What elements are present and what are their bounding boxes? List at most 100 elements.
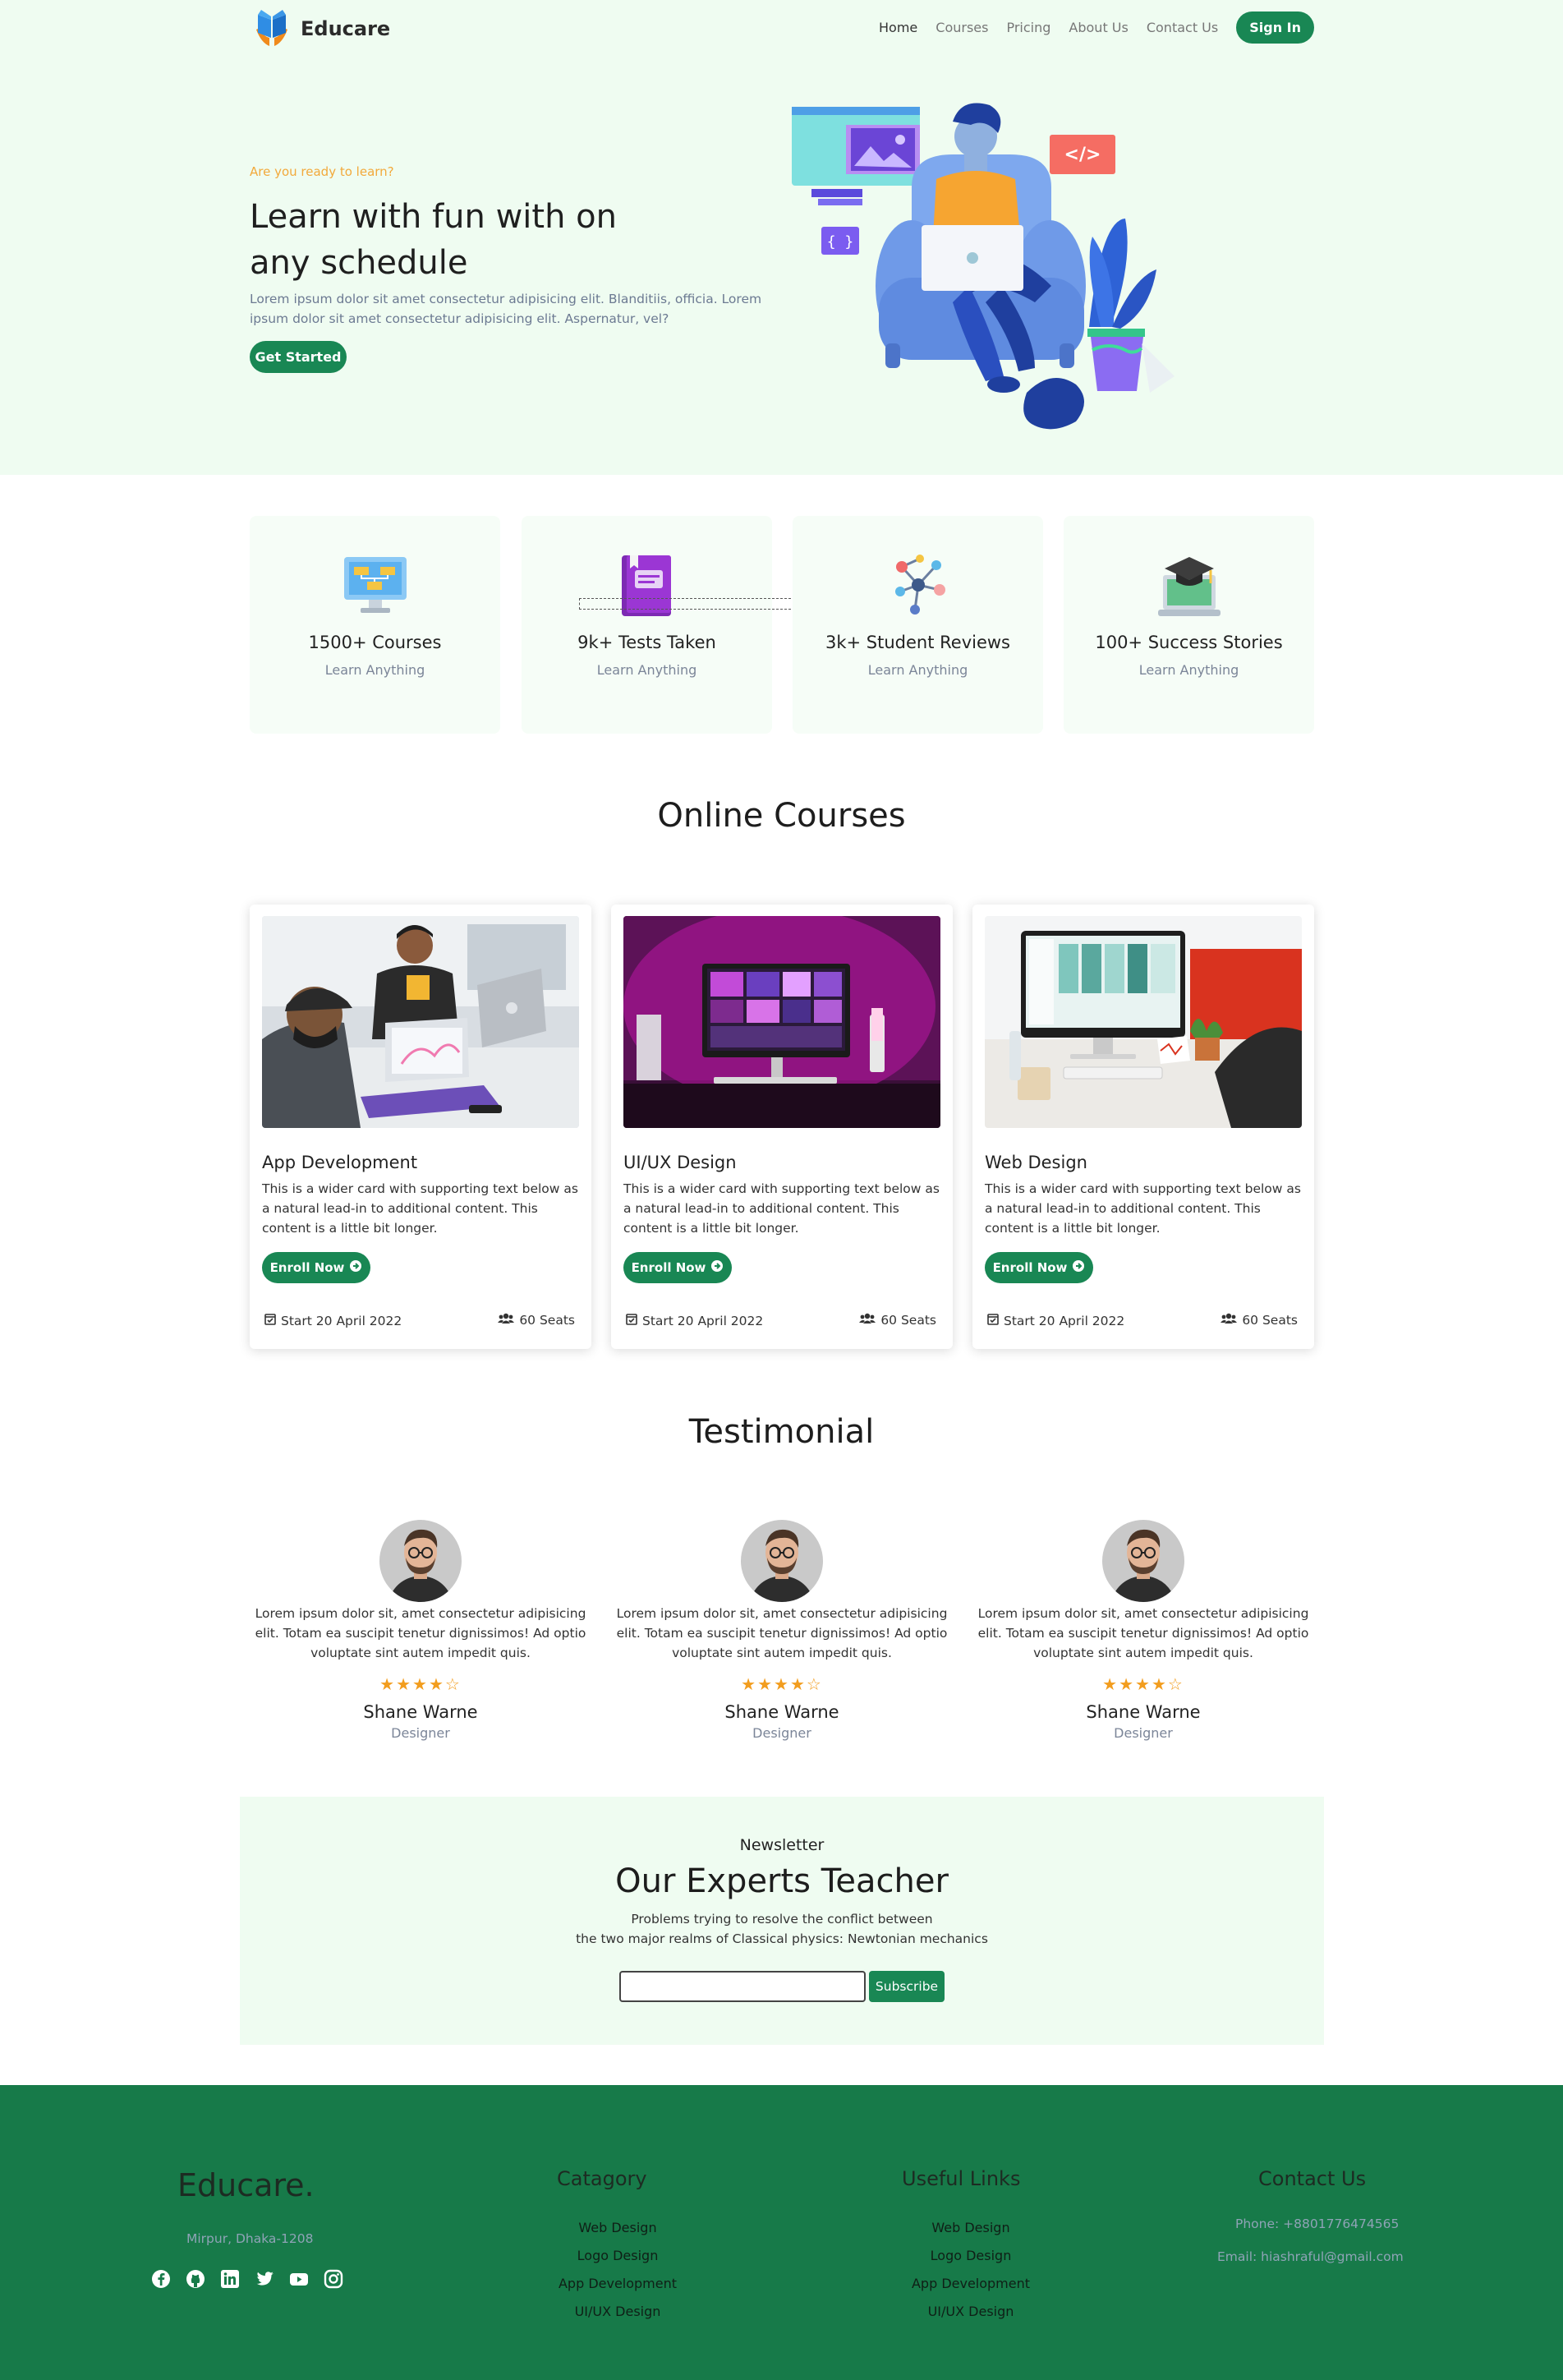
testimonial-role: Designer	[1114, 1725, 1173, 1741]
course-image-pink-monitor	[623, 916, 940, 1128]
testimonial-name: Shane Warne	[1086, 1702, 1201, 1722]
footer-link[interactable]: App Development	[557, 2270, 678, 2298]
users-icon	[498, 1313, 515, 1328]
calendar-check-icon	[987, 1313, 999, 1328]
sign-in-button[interactable]: Sign In	[1236, 12, 1314, 44]
enroll-now-button[interactable]: Enroll Now	[623, 1252, 732, 1283]
get-started-button[interactable]: Get Started	[250, 341, 347, 373]
footer-link[interactable]: UI/UX Design	[557, 2298, 678, 2326]
avatar	[379, 1520, 462, 1602]
star-filled-icon: ★	[1119, 1674, 1136, 1694]
stat-title: 1500+ Courses	[308, 633, 442, 652]
email-input[interactable]	[619, 1971, 866, 2002]
users-icon	[859, 1313, 876, 1328]
svg-text:</>: </>	[1064, 145, 1101, 165]
course-title: UI/UX Design	[623, 1153, 737, 1172]
course-card-web-design: Web Design This is a wider card with sup…	[972, 905, 1314, 1349]
nav-home[interactable]: Home	[879, 20, 917, 35]
youtube-icon[interactable]	[289, 2269, 309, 2289]
footer-link[interactable]: Web Design	[557, 2214, 678, 2242]
linkedin-icon[interactable]	[220, 2269, 240, 2289]
brand-logo[interactable]: Educare	[250, 5, 390, 53]
stat-title: 3k+ Student Reviews	[825, 633, 1010, 652]
footer-link[interactable]: Logo Design	[557, 2242, 678, 2270]
footer-email[interactable]: Email: hiashraful@gmail.com	[1217, 2249, 1404, 2264]
enroll-label: Enroll Now	[269, 1260, 345, 1275]
star-filled-icon: ★	[1151, 1674, 1168, 1694]
graduation-laptop-icon	[1156, 554, 1222, 623]
course-title: App Development	[262, 1153, 418, 1172]
newsletter-title: Our Experts Teacher	[615, 1862, 949, 1900]
stat-subtitle: Learn Anything	[324, 662, 425, 678]
avatar	[741, 1520, 823, 1602]
footer-category-heading: Catagory	[557, 2167, 647, 2190]
course-date-text: Start 20 April 2022	[642, 1313, 764, 1328]
course-description: This is a wider card with supporting tex…	[623, 1181, 940, 1236]
book-icon	[618, 554, 676, 623]
footer-contact-heading: Contact Us	[1258, 2167, 1367, 2190]
course-date-text: Start 20 April 2022	[1004, 1313, 1125, 1328]
github-icon[interactable]	[186, 2269, 205, 2289]
nav-contact-us[interactable]: Contact Us	[1147, 20, 1218, 35]
newsletter-line-2: the two major realms of Classical physic…	[576, 1931, 988, 1946]
testimonial-role: Designer	[752, 1725, 811, 1741]
footer-link[interactable]: Web Design	[910, 2214, 1032, 2242]
footer: Educare. Mirpur, Dhaka-1208 Catagory Web…	[0, 2085, 1563, 2380]
course-start-date: Start 20 April 2022	[987, 1313, 1124, 1328]
testimonial-text: Lorem ipsum dolor sit, amet consectetur …	[255, 1606, 586, 1660]
testimonial-text: Lorem ipsum dolor sit, amet consectetur …	[977, 1606, 1309, 1660]
calendar-check-icon	[626, 1313, 637, 1328]
stat-subtitle: Learn Anything	[596, 662, 697, 678]
footer-link[interactable]: UI/UX Design	[910, 2298, 1032, 2326]
svg-text:{ }: { }	[827, 233, 854, 251]
top-nav: Home Courses Pricing About Us Contact Us…	[879, 12, 1314, 44]
footer-useful-links-heading: Useful Links	[902, 2167, 1021, 2190]
course-seats-text: 60 Seats	[519, 1313, 575, 1328]
course-seats: 60 Seats	[1221, 1313, 1298, 1328]
course-seats: 60 Seats	[859, 1313, 936, 1328]
course-date-text: Start 20 April 2022	[281, 1313, 402, 1328]
stat-card-reviews: 3k+ Student Reviews Learn Anything	[793, 516, 1043, 734]
footer-link[interactable]: App Development	[910, 2270, 1032, 2298]
footer-category-list: Web Design Logo Design App Development U…	[557, 2214, 678, 2326]
star-filled-icon: ★	[379, 1674, 397, 1694]
hero-section: Educare Home Courses Pricing About Us Co…	[0, 0, 1563, 475]
facebook-icon[interactable]	[151, 2269, 171, 2289]
brand-name: Educare	[301, 17, 391, 40]
enroll-label: Enroll Now	[631, 1260, 706, 1275]
footer-phone: Phone: +8801776474565	[1235, 2217, 1400, 2231]
stat-title: 9k+ Tests Taken	[577, 633, 716, 652]
hero-illustration: </> { }	[788, 97, 1183, 445]
course-description: This is a wider card with supporting tex…	[985, 1181, 1301, 1236]
enroll-now-button[interactable]: Enroll Now	[262, 1252, 370, 1283]
instagram-icon[interactable]	[324, 2269, 343, 2289]
enroll-now-button[interactable]: Enroll Now	[985, 1252, 1093, 1283]
dashed-guide-line	[579, 598, 816, 610]
enroll-label: Enroll Now	[992, 1260, 1068, 1275]
course-image-desk-imac	[985, 916, 1302, 1128]
calendar-check-icon	[264, 1313, 276, 1328]
online-courses-heading: Online Courses	[657, 797, 906, 835]
nav-courses[interactable]: Courses	[936, 20, 988, 35]
star-outline-icon: ☆	[806, 1674, 823, 1694]
testimonial-name: Shane Warne	[724, 1702, 839, 1722]
testimonial-text: Lorem ipsum dolor sit, amet consectetur …	[616, 1606, 948, 1660]
course-start-date: Start 20 April 2022	[264, 1313, 402, 1328]
course-seats-text: 60 Seats	[1242, 1313, 1298, 1328]
nav-about-us[interactable]: About Us	[1069, 20, 1128, 35]
twitter-icon[interactable]	[255, 2269, 274, 2289]
testimonial-heading: Testimonial	[688, 1413, 875, 1451]
star-outline-icon: ☆	[444, 1674, 462, 1694]
star-filled-icon: ★	[428, 1674, 445, 1694]
footer-link[interactable]: Logo Design	[910, 2242, 1032, 2270]
nav-pricing[interactable]: Pricing	[1006, 20, 1050, 35]
star-filled-icon: ★	[1102, 1674, 1119, 1694]
stat-title: 100+ Success Stories	[1095, 633, 1283, 652]
stat-subtitle: Learn Anything	[867, 662, 968, 678]
social-links	[151, 2269, 343, 2289]
arrow-circle-right-icon	[349, 1259, 362, 1276]
course-description: This is a wider card with supporting tex…	[262, 1181, 578, 1236]
newsletter-line-1: Problems trying to resolve the conflict …	[631, 1912, 933, 1927]
course-image-people-laptops	[262, 916, 579, 1128]
subscribe-button[interactable]: Subscribe	[869, 1971, 945, 2002]
